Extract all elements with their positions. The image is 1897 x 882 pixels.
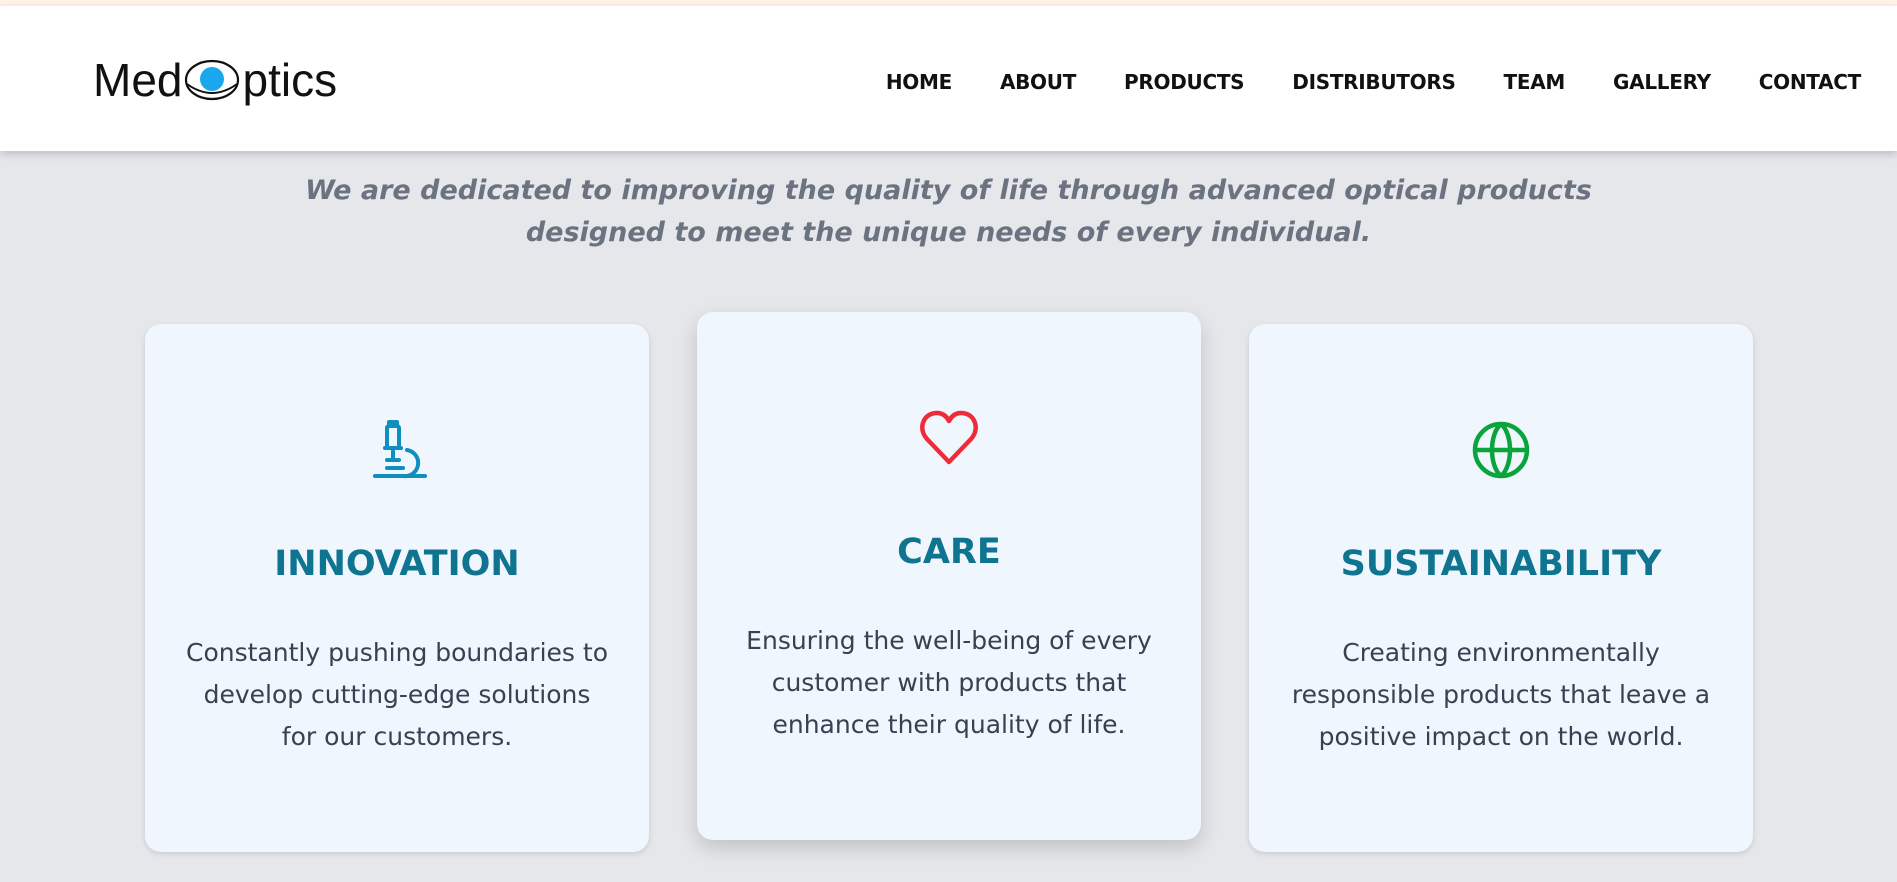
- mission-tagline: We are dedicated to improving the qualit…: [0, 170, 1897, 254]
- value-card-care: CARE Ensuring the well-being of every cu…: [697, 312, 1201, 840]
- heart-icon: [920, 410, 978, 465]
- globe-icon: [1472, 421, 1530, 479]
- nav-about[interactable]: ABOUT: [1000, 70, 1076, 94]
- logo-text-ptics: ptics: [242, 54, 338, 106]
- value-card-sustainability: SUSTAINABILITY Creating environmentally …: [1249, 324, 1753, 852]
- card-description: Constantly pushing boundaries to develop…: [186, 638, 608, 751]
- nav-team[interactable]: TEAM: [1504, 70, 1566, 94]
- nav-contact[interactable]: CONTACT: [1759, 70, 1862, 94]
- card-title: SUSTAINABILITY: [1340, 544, 1662, 584]
- card-title: INNOVATION: [274, 544, 520, 584]
- nav-distributors[interactable]: DISTRIBUTORS: [1292, 70, 1456, 94]
- value-card-innovation: INNOVATION Constantly pushing boundaries…: [145, 324, 649, 852]
- logo-text-med: Med: [93, 54, 183, 106]
- card-description: Ensuring the well-being of every custome…: [746, 626, 1152, 739]
- eye-logo-icon: [185, 59, 240, 101]
- site-header: Med ptics HOME ABOUT PRODUCTS DISTRIBUTO…: [0, 6, 1897, 151]
- card-description: Creating environmentally responsible pro…: [1291, 638, 1711, 751]
- nav-products[interactable]: PRODUCTS: [1124, 70, 1245, 94]
- tagline-line-1: We are dedicated to improving the qualit…: [305, 175, 1592, 206]
- microscope-icon: [373, 420, 427, 479]
- medoptics-logo[interactable]: Med ptics: [93, 50, 337, 110]
- card-title: CARE: [897, 532, 1001, 572]
- tagline-line-2: designed to meet the unique needs of eve…: [525, 217, 1372, 248]
- nav-home[interactable]: HOME: [886, 70, 952, 94]
- main-nav: HOME ABOUT PRODUCTS DISTRIBUTORS TEAM GA…: [838, 70, 1861, 94]
- nav-gallery[interactable]: GALLERY: [1613, 70, 1711, 94]
